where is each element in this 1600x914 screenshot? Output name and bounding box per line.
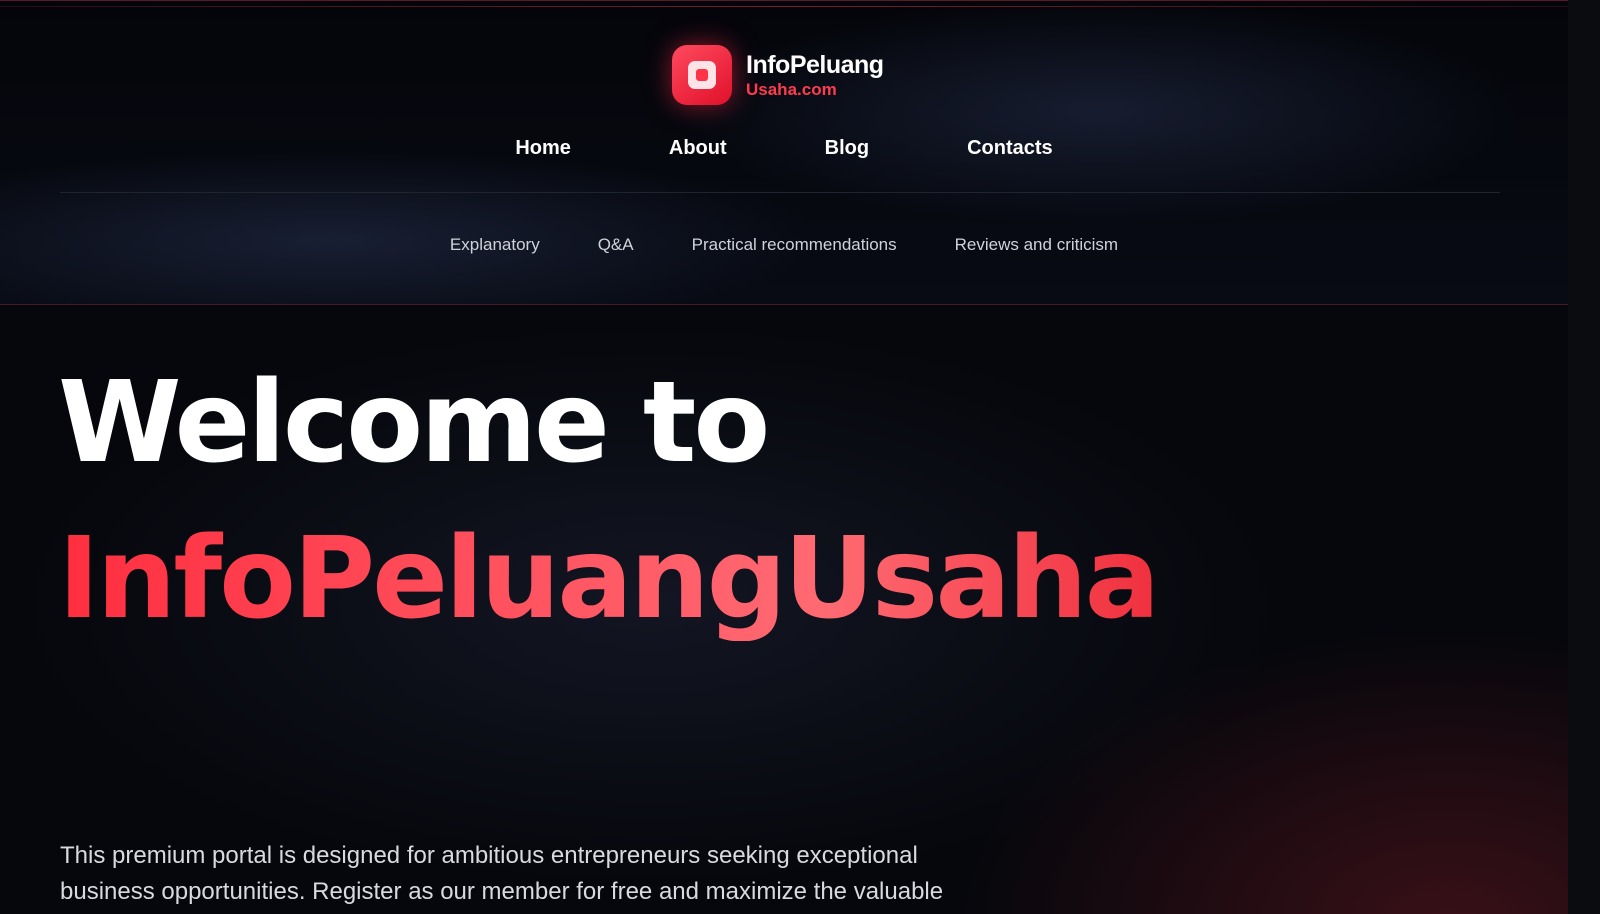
nav-divider <box>60 192 1500 193</box>
nav-home[interactable]: Home <box>515 137 571 160</box>
site-logo[interactable]: InfoPeluang Usaha.com <box>672 44 884 106</box>
category-explanatory[interactable]: Explanatory <box>450 235 540 255</box>
hero-heading-brand: InfoPeluangUsaha <box>58 514 1160 644</box>
header-accent-line <box>0 6 1568 7</box>
category-reviews-and-criticism[interactable]: Reviews and criticism <box>955 235 1118 255</box>
category-nav: Explanatory Q&A Practical recommendation… <box>0 235 1568 255</box>
nav-about[interactable]: About <box>669 137 727 160</box>
nav-contacts[interactable]: Contacts <box>967 137 1053 160</box>
nav-blog[interactable]: Blog <box>825 137 869 160</box>
page-scrollbar[interactable] <box>1568 0 1600 914</box>
hero-intro-text: This premium portal is designed for ambi… <box>60 842 944 905</box>
hero-heading: Welcome to <box>58 358 770 488</box>
category-qa[interactable]: Q&A <box>598 235 634 255</box>
logo-subtitle: Usaha.com <box>746 79 837 99</box>
logo-icon <box>672 45 732 105</box>
logo-text: InfoPeluang Usaha.com <box>746 50 884 99</box>
main-nav: Home About Blog Contacts <box>0 137 1568 160</box>
site-header: InfoPeluang Usaha.com Home About Blog Co… <box>0 0 1568 305</box>
logo-title: InfoPeluang <box>746 50 884 79</box>
category-practical-recommendations[interactable]: Practical recommendations <box>692 235 897 255</box>
